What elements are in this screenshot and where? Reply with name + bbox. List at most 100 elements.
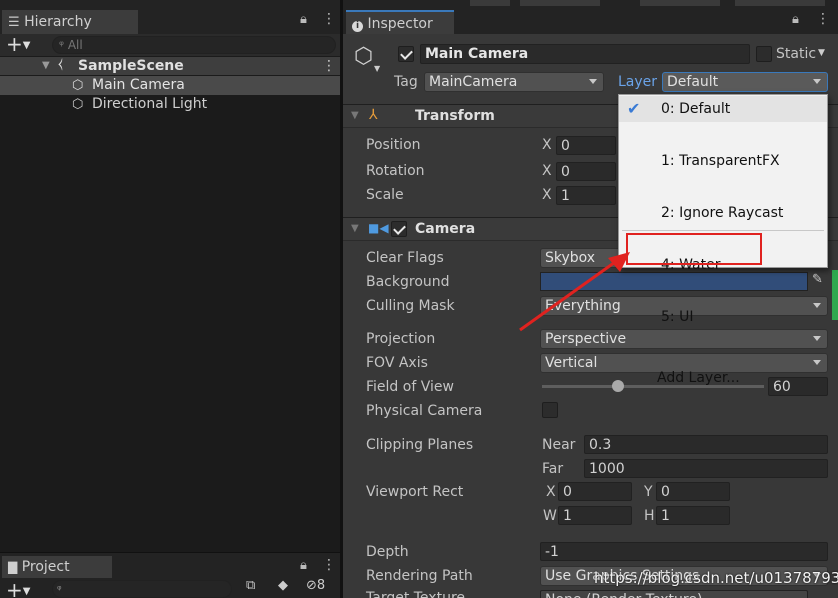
toolbar-stub (470, 0, 510, 6)
info-icon: i (352, 21, 363, 32)
scale-x-field[interactable]: 1 (556, 186, 616, 205)
expand-arrow-icon[interactable]: ▼ (42, 57, 50, 75)
far-field[interactable]: 1000 (584, 459, 828, 478)
viewport-rect-label: Viewport Rect (366, 484, 464, 500)
scene-kebab-icon[interactable]: ⋮ (322, 57, 336, 75)
camera-enabled-checkbox[interactable] (391, 221, 407, 237)
dropdown-arrow-icon (813, 79, 821, 84)
hierarchy-item-label: Main Camera (92, 77, 185, 93)
rendering-path-label: Rendering Path (366, 568, 473, 584)
layer-menu-item-ui[interactable]: 5: UI (619, 304, 827, 330)
rotation-label: Rotation (366, 163, 425, 179)
lock-icon[interactable]: 🔒︎ (300, 12, 307, 27)
layer-menu-item-default[interactable]: ✔ 0: Default (619, 96, 827, 122)
viewport-h-label[interactable]: H (644, 508, 655, 524)
physical-camera-label: Physical Camera (366, 403, 483, 419)
viewport-y-label[interactable]: Y (644, 484, 653, 500)
lock-icon[interactable]: 🔒︎ (792, 12, 799, 27)
tag-dropdown[interactable]: MainCamera (424, 72, 604, 92)
gameobject-cube-icon: ⬡ (72, 78, 84, 93)
object-name-field[interactable]: Main Camera (420, 44, 750, 64)
viewport-x-label[interactable]: X (546, 484, 556, 500)
watermark-text: https://blog.csdn.net/u013787931 (594, 569, 838, 587)
layer-dropdown[interactable]: Default (662, 72, 828, 92)
foldout-arrow-icon[interactable]: ▼ (351, 110, 359, 121)
depth-field[interactable]: -1 (540, 542, 828, 561)
near-label[interactable]: Near (542, 437, 575, 453)
search-placeholder: All (67, 38, 83, 52)
tag-label: Tag (394, 74, 418, 90)
add-layer-menu-item[interactable]: Add Layer... (619, 365, 827, 391)
tab-project[interactable]: ▇ Project (2, 556, 112, 578)
viewport-h-field[interactable]: 1 (656, 506, 730, 525)
culling-mask-label: Culling Mask (366, 298, 455, 314)
scale-label: Scale (366, 187, 404, 203)
far-label[interactable]: Far (542, 461, 563, 477)
filter-type-icon[interactable]: ⧉ (246, 578, 255, 593)
dropdown-arrow-icon (589, 79, 597, 84)
layer-menu-item-transparentfx[interactable]: 1: TransparentFX (619, 148, 827, 174)
position-x-label[interactable]: X (542, 137, 552, 153)
clear-flags-label: Clear Flags (366, 250, 444, 266)
lock-icon[interactable]: 🔒︎ (300, 558, 307, 573)
static-dropdown-arrow-icon[interactable]: ▼ (818, 48, 825, 58)
icon-dropdown-arrow-icon[interactable]: ▼ (374, 64, 380, 73)
layer-menu-item-label: 5: UI (661, 309, 694, 325)
add-create-button[interactable]: +▼ (6, 32, 30, 56)
viewport-x-field[interactable]: 0 (558, 482, 632, 501)
kebab-menu-icon[interactable]: ⋮ (816, 11, 830, 27)
toolbar-stub (735, 0, 825, 6)
tab-inspector[interactable]: i Inspector (346, 10, 454, 34)
toolbar-stub (640, 0, 720, 6)
fov-axis-value: Vertical (545, 355, 598, 371)
hierarchy-item-label: Directional Light (92, 96, 208, 112)
rotation-x-field[interactable]: 0 (556, 162, 616, 181)
clipping-planes-label: Clipping Planes (366, 437, 474, 453)
list-item[interactable]: ⬡ Main Camera (0, 76, 340, 95)
scene-name: SampleScene (78, 58, 184, 74)
kebab-menu-icon[interactable]: ⋮ (322, 11, 336, 27)
list-icon: ☰ (8, 15, 20, 30)
hidden-packages-icon[interactable]: ⊘8 (306, 578, 325, 593)
tab-project-label: Project (21, 559, 70, 575)
viewport-w-label[interactable]: W (543, 508, 557, 524)
add-layer-label: Add Layer... (657, 370, 740, 386)
tab-hierarchy[interactable]: ☰ Hierarchy (2, 10, 138, 34)
search-icon: ᵠ (59, 38, 64, 52)
rotation-x-label[interactable]: X (542, 163, 552, 179)
static-checkbox[interactable] (756, 46, 772, 62)
list-item[interactable]: ⬡ Directional Light (0, 95, 340, 114)
static-label[interactable]: Static (776, 46, 816, 62)
viewport-w-field[interactable]: 1 (558, 506, 632, 525)
scrollbar[interactable] (832, 270, 838, 320)
scene-row[interactable]: ▼ ⧼ SampleScene ⋮ (0, 56, 340, 75)
add-layer-highlight-box (626, 233, 762, 265)
unity-scene-icon: ⧼ (58, 56, 63, 72)
viewport-y-field[interactable]: 0 (656, 482, 730, 501)
active-checkbox[interactable] (398, 46, 414, 62)
hierarchy-search-input[interactable]: ᵠ All (52, 36, 336, 54)
kebab-menu-icon[interactable]: ⋮ (322, 557, 336, 573)
arrow-head (608, 252, 630, 272)
projection-label: Projection (366, 331, 436, 347)
label-tag-icon[interactable]: ◆ (278, 578, 288, 593)
fov-axis-label: FOV Axis (366, 355, 428, 371)
scale-x-label[interactable]: X (542, 187, 552, 203)
position-x-field[interactable]: 0 (556, 136, 616, 155)
layer-menu-item-label: 1: TransparentFX (661, 153, 780, 169)
position-label: Position (366, 137, 421, 153)
folder-icon: ▇ (8, 560, 18, 574)
physical-camera-checkbox[interactable] (542, 402, 558, 418)
project-add-button[interactable]: +▼ (6, 578, 30, 598)
checkmark-icon: ✔ (627, 99, 641, 118)
gameobject-cube-icon: ⬡ (354, 44, 374, 69)
camera-icon: ■◀ (368, 221, 389, 235)
project-search-input[interactable]: ᵠ (52, 580, 232, 598)
arrow-shaft (519, 258, 619, 332)
toolbar-stub (520, 0, 600, 6)
target-texture-field[interactable]: None (Render Texture) (540, 590, 808, 598)
near-field[interactable]: 0.3 (584, 435, 828, 454)
transform-title: Transform (415, 108, 495, 124)
layer-menu-item-ignore-raycast[interactable]: 2: Ignore Raycast (619, 200, 827, 226)
foldout-arrow-icon[interactable]: ▼ (351, 223, 359, 234)
